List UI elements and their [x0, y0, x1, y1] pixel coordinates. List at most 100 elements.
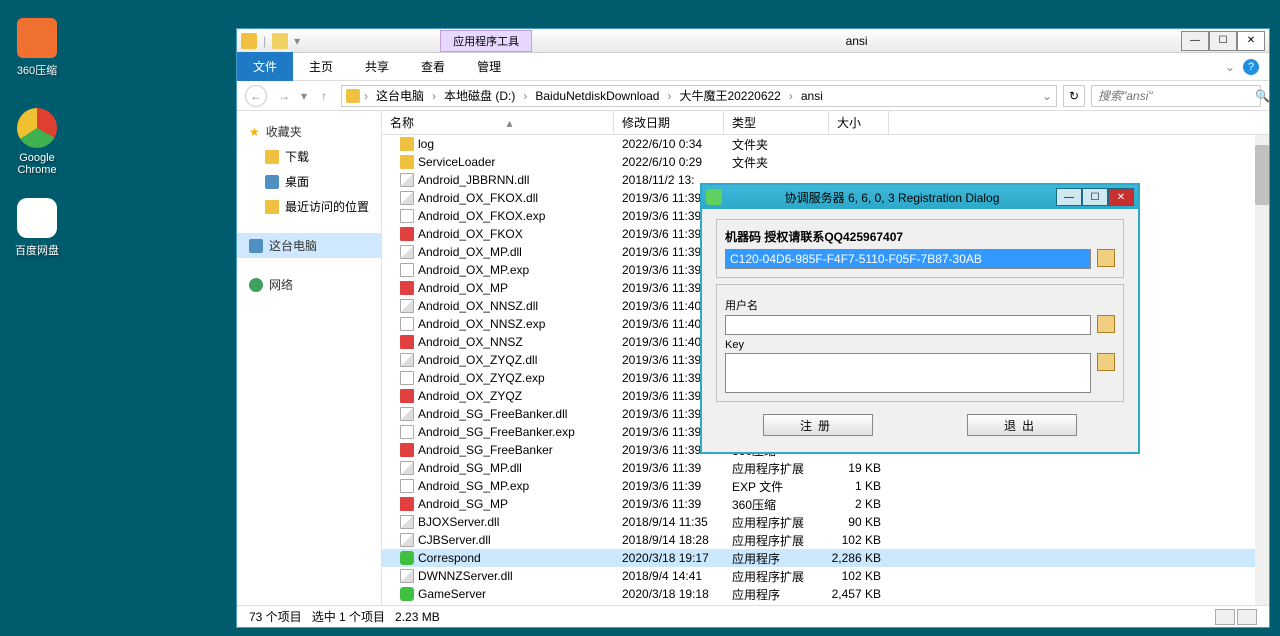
file-row[interactable]: BJOXServer.dll2018/9/14 11:35应用程序扩展90 KB [382, 513, 1269, 531]
maximize-button[interactable]: ☐ [1209, 31, 1237, 51]
sidebar-item-downloads[interactable]: 下载 [237, 144, 381, 169]
file-type-icon [400, 155, 414, 169]
file-type-icon [400, 227, 414, 241]
search-box[interactable]: 🔍 [1091, 85, 1261, 107]
machine-code-input[interactable]: C120-04D6-985F-F4F7-5110-F05F-7B87-30AB [725, 249, 1091, 269]
key-input[interactable] [725, 353, 1091, 393]
file-row[interactable]: Android_SG_MP.dll2019/3/6 11:39应用程序扩展19 … [382, 459, 1269, 477]
file-date: 2018/9/14 11:35 [614, 515, 724, 529]
file-date: 2019/3/6 11:39 [614, 461, 724, 475]
sidebar-computer[interactable]: 这台电脑 [237, 233, 381, 258]
breadcrumb[interactable]: › 这台电脑 › 本地磁盘 (D:) › BaiduNetdiskDownloa… [341, 85, 1057, 107]
breadcrumb-item[interactable]: 这台电脑 [372, 87, 428, 104]
chevron-right-icon[interactable]: › [432, 89, 436, 103]
scrollbar-vertical[interactable] [1255, 135, 1269, 605]
sidebar-item-recent[interactable]: 最近访问的位置 [237, 194, 381, 219]
file-type-icon [400, 479, 414, 493]
chevron-right-icon[interactable]: › [364, 89, 368, 103]
file-date: 2019/3/6 11:39 [614, 497, 724, 511]
column-header-date[interactable]: 修改日期 [614, 111, 724, 134]
copy-icon[interactable] [1097, 249, 1115, 267]
recent-dropdown-icon[interactable]: ▾ [301, 89, 307, 103]
file-name: Android_OX_MP.dll [418, 245, 522, 259]
view-icons-button[interactable] [1237, 609, 1257, 625]
chrome-icon [17, 108, 57, 148]
search-icon[interactable]: 🔍 [1255, 89, 1270, 103]
file-size: 102 KB [829, 569, 889, 583]
file-row[interactable]: Android_SG_MP2019/3/6 11:39360压缩2 KB [382, 495, 1269, 513]
sort-indicator-icon: ▴ [506, 116, 512, 130]
sidebar-network[interactable]: 网络 [237, 272, 381, 297]
exit-button[interactable]: 退出 [967, 414, 1077, 436]
file-row[interactable]: ServiceLoader2022/6/10 0:29文件夹 [382, 153, 1269, 171]
dialog-titlebar[interactable]: 协调服务器 6, 6, 0, 3 Registration Dialog — ☐… [702, 185, 1138, 209]
search-input[interactable] [1098, 89, 1255, 103]
breadcrumb-dropdown-icon[interactable]: ⌄ [1042, 89, 1052, 103]
desktop-icon-360zip[interactable]: 360压缩 [2, 18, 72, 78]
file-type-icon [400, 299, 414, 313]
file-name: Android_OX_ZYQZ.dll [418, 353, 537, 367]
file-row[interactable]: DWNNZServer.dll2018/9/4 14:41应用程序扩展102 K… [382, 567, 1269, 585]
scroll-thumb[interactable] [1255, 145, 1269, 205]
breadcrumb-item[interactable]: 大牛魔王20220622 [675, 87, 784, 104]
status-item-count: 73 个项目 [249, 608, 302, 625]
up-button[interactable]: ↑ [313, 85, 335, 107]
file-type-icon [400, 461, 414, 475]
view-details-button[interactable] [1215, 609, 1235, 625]
machine-code-label: 机器码 授权请联系QQ425967407 [725, 228, 1115, 245]
file-row[interactable]: GameServer2020/3/18 19:18应用程序2,457 KB [382, 585, 1269, 603]
dialog-maximize-button[interactable]: ☐ [1082, 188, 1108, 206]
file-type: 360压缩 [724, 496, 829, 513]
file-row[interactable]: Correspond2020/3/18 19:17应用程序2,286 KB [382, 549, 1269, 567]
breadcrumb-item[interactable]: ansi [797, 89, 827, 103]
column-header-name[interactable]: 名称▴ [382, 111, 614, 134]
file-type: 文件夹 [724, 154, 829, 171]
file-type-icon [400, 209, 414, 223]
file-type-icon [400, 425, 414, 439]
dialog-close-button[interactable]: ✕ [1108, 188, 1134, 206]
ribbon-expand-icon[interactable]: ⌄ [1225, 60, 1235, 74]
desktop-icon-chrome[interactable]: Google Chrome [2, 108, 72, 176]
column-header-type[interactable]: 类型 [724, 111, 829, 134]
minimize-button[interactable]: — [1181, 31, 1209, 51]
chevron-right-icon[interactable]: › [789, 89, 793, 103]
register-button[interactable]: 注册 [763, 414, 873, 436]
help-icon[interactable]: ? [1243, 59, 1259, 75]
file-name: Android_SG_FreeBanker.exp [418, 425, 575, 439]
file-date: 2020/3/18 19:17 [614, 551, 724, 565]
folder-icon [241, 33, 257, 49]
username-input[interactable] [725, 315, 1091, 335]
forward-button[interactable]: → [273, 85, 295, 107]
dialog-minimize-button[interactable]: — [1056, 188, 1082, 206]
column-header-size[interactable]: 大小 [829, 111, 889, 134]
ribbon-tab-home[interactable]: 主页 [293, 52, 349, 81]
file-size: 90 KB [829, 515, 889, 529]
sidebar-favorites[interactable]: ★ 收藏夹 [237, 119, 381, 144]
desktop-icon-baidu[interactable]: 百度网盘 [2, 198, 72, 258]
paste-icon[interactable] [1097, 353, 1115, 371]
qat-dropdown-icon[interactable]: ▾ [294, 34, 300, 48]
chevron-right-icon[interactable]: › [523, 89, 527, 103]
file-row[interactable]: Android_SG_MP.exp2019/3/6 11:39EXP 文件1 K… [382, 477, 1269, 495]
qat-icon[interactable] [272, 33, 288, 49]
file-type: 文件夹 [724, 136, 829, 153]
file-size: 19 KB [829, 461, 889, 475]
ribbon-tab-view[interactable]: 查看 [405, 52, 461, 81]
file-row[interactable]: log2022/6/10 0:34文件夹 [382, 135, 1269, 153]
sidebar-item-desktop[interactable]: 桌面 [237, 169, 381, 194]
ribbon-tab-share[interactable]: 共享 [349, 52, 405, 81]
refresh-button[interactable]: ↻ [1063, 85, 1085, 107]
file-name: Android_SG_FreeBanker [418, 443, 553, 457]
back-button[interactable]: ← [245, 85, 267, 107]
file-name: Android_OX_FKOX.exp [418, 209, 545, 223]
file-type-icon [400, 353, 414, 367]
breadcrumb-item[interactable]: BaiduNetdiskDownload [531, 89, 663, 103]
file-row[interactable]: CJBServer.dll2018/9/14 18:28应用程序扩展102 KB [382, 531, 1269, 549]
paste-icon[interactable] [1097, 315, 1115, 333]
file-date: 2018/9/14 18:28 [614, 533, 724, 547]
breadcrumb-item[interactable]: 本地磁盘 (D:) [440, 87, 519, 104]
close-button[interactable]: ✕ [1237, 31, 1265, 51]
ribbon-tab-file[interactable]: 文件 [237, 52, 293, 81]
ribbon-tab-manage[interactable]: 管理 [461, 52, 517, 81]
chevron-right-icon[interactable]: › [667, 89, 671, 103]
